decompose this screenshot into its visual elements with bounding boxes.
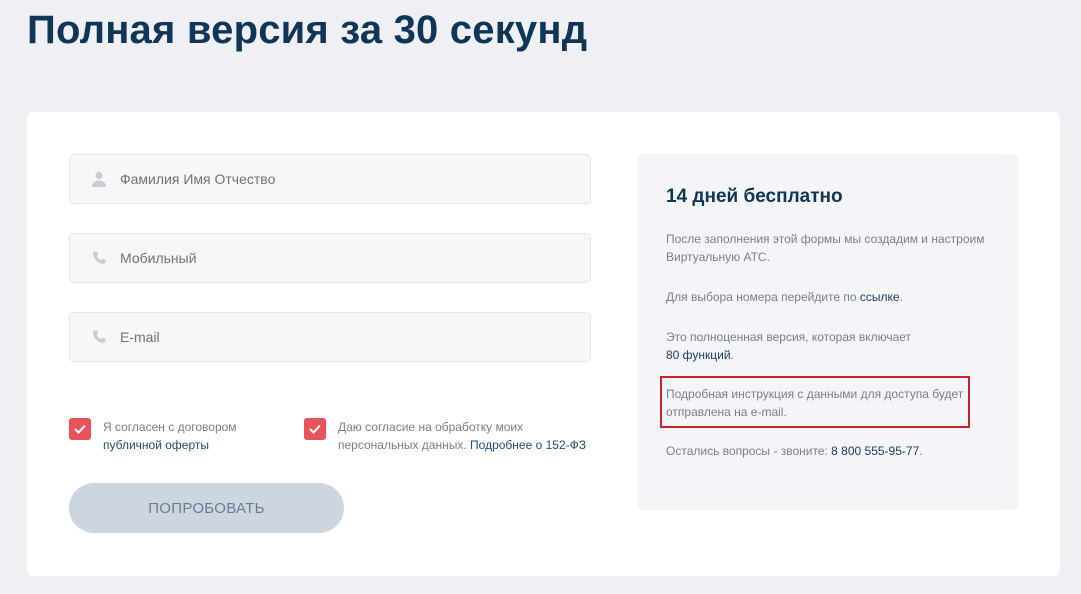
signup-card: Я согласен с договором публичной оферты … [27,112,1060,576]
phone-number-link[interactable]: 8 800 555-95-77 [831,444,919,458]
info-title: 14 дней бесплатно [666,186,843,207]
email-field[interactable] [69,312,591,362]
personal-data-consent-label: Даю согласие на обработку моих персональ… [338,420,586,452]
phone-icon [90,328,108,346]
info-panel: 14 дней бесплатно После заполнения этой … [638,154,1018,510]
page-title: Полная версия за 30 секунд [27,8,588,52]
name-input[interactable] [120,171,580,187]
info-paragraph-number: Для выбора номера перейдите по ссылке. [666,290,903,304]
public-offer-link[interactable]: публичной оферты [103,438,209,452]
user-icon [90,170,108,188]
try-button[interactable]: ПОПРОБОВАТЬ [69,483,344,533]
phone-icon [90,249,108,267]
features-link[interactable]: 80 функций [666,348,731,362]
offer-consent-label: Я согласен с договором публичной оферты [103,420,237,452]
checkmark-icon [309,424,321,434]
info-paragraph-contact: Остались вопросы - звоните: 8 800 555-95… [666,444,923,458]
number-selection-link[interactable]: ссылке [860,290,900,304]
name-field[interactable] [69,154,591,204]
offer-consent-checkbox[interactable] [69,418,91,440]
law-152-link[interactable]: Подробнее о 152-ФЗ [470,438,586,452]
email-input[interactable] [120,329,580,345]
checkmark-icon [74,424,86,434]
phone-field[interactable] [69,233,591,283]
info-paragraph-features: Это полноценная версия, которая включает… [666,330,912,362]
phone-input[interactable] [120,250,580,266]
info-paragraph-instructions: Подробная инструкция с данными для досту… [666,387,964,419]
info-paragraph-setup: После заполнения этой формы мы создадим … [666,232,985,264]
personal-data-consent-checkbox[interactable] [304,418,326,440]
